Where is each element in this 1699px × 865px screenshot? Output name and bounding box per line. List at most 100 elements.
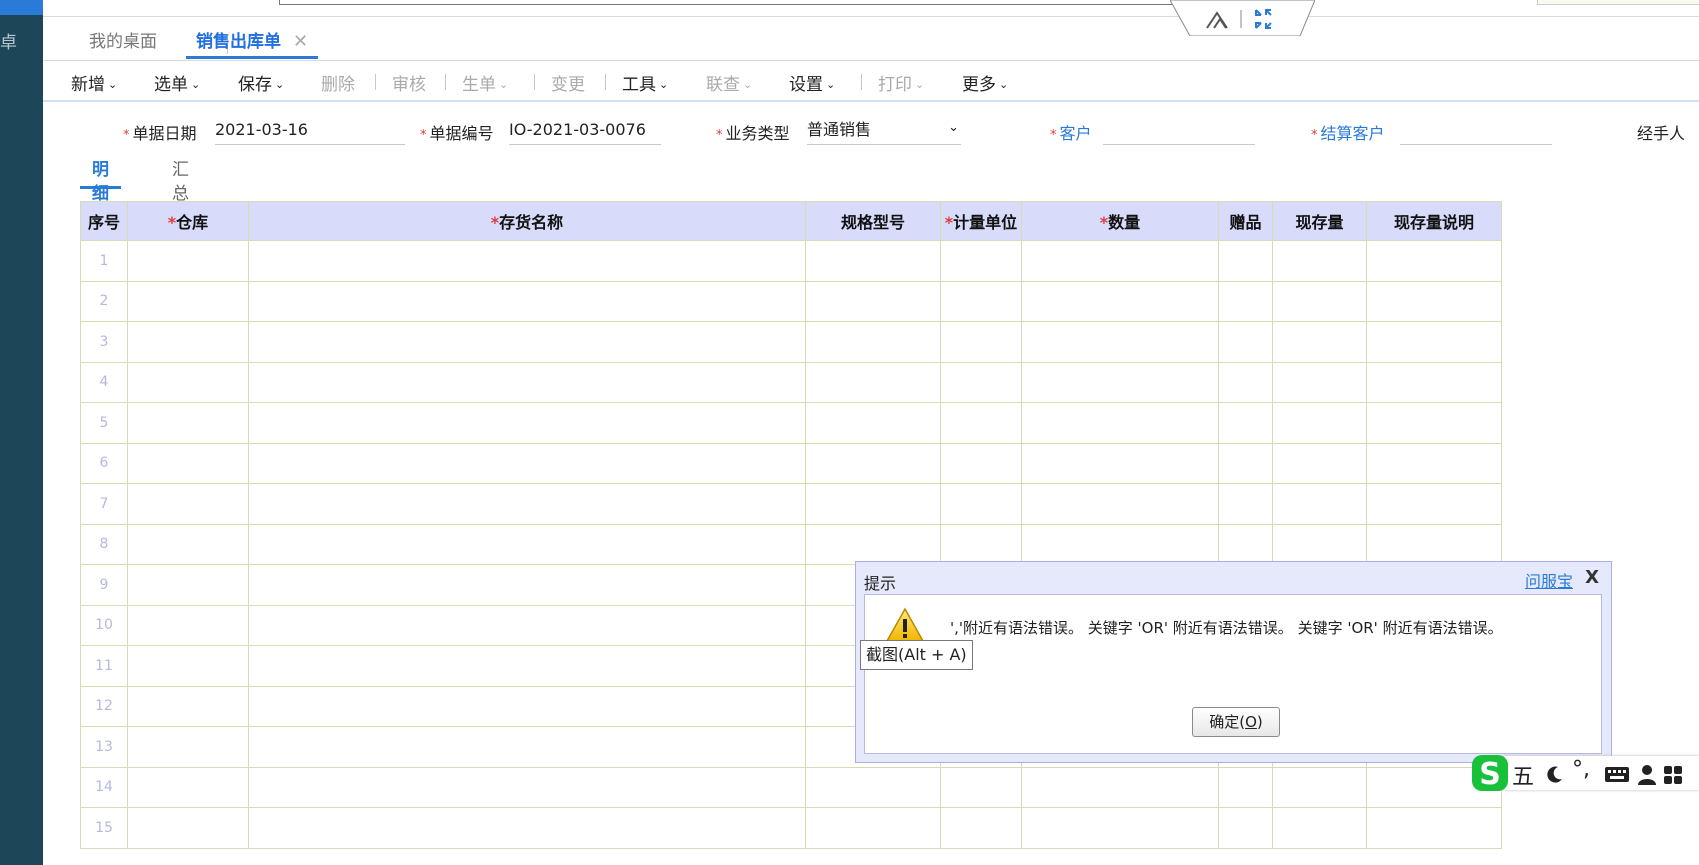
grid-cell[interactable] xyxy=(248,240,806,282)
more-button[interactable]: 更多 ⌄ xyxy=(962,70,1008,95)
grid-cell[interactable] xyxy=(1366,321,1502,363)
grid-cell[interactable] xyxy=(127,645,249,687)
tab-sales-outbound[interactable]: 销售出库单 ✕ xyxy=(186,28,319,59)
customer-field[interactable] xyxy=(1103,120,1255,145)
column-header[interactable]: 赠品 xyxy=(1218,201,1273,241)
table-row[interactable]: 7 xyxy=(80,483,1502,525)
grid-cell[interactable] xyxy=(127,240,249,282)
grid-cell[interactable] xyxy=(127,564,249,606)
grid-cell[interactable] xyxy=(1366,361,1502,403)
ime-toolbar[interactable]: 五 °, S xyxy=(1470,753,1699,793)
save-button[interactable]: 保存 ⌄ xyxy=(238,70,284,95)
grid-cell[interactable] xyxy=(1366,240,1502,282)
grid-cell[interactable] xyxy=(1218,402,1273,444)
grid-cell[interactable] xyxy=(940,483,1022,525)
grid-cell[interactable] xyxy=(805,766,941,808)
grid-cell[interactable] xyxy=(248,685,806,727)
grid-cell[interactable] xyxy=(248,321,806,363)
column-header[interactable]: 现存量说明 xyxy=(1366,201,1502,241)
grid-cell[interactable] xyxy=(1021,766,1219,808)
change-button[interactable]: 变更 xyxy=(551,70,585,95)
ime-mode[interactable]: 五 xyxy=(1512,759,1534,791)
grid-cell[interactable] xyxy=(127,442,249,484)
grid-cell[interactable] xyxy=(1272,321,1367,363)
column-header[interactable]: *仓库 xyxy=(127,201,249,241)
customer-label[interactable]: * 客户 xyxy=(1050,120,1092,144)
grid-cell[interactable] xyxy=(805,402,941,444)
grid-cell[interactable] xyxy=(127,604,249,646)
grid-menu-icon[interactable] xyxy=(1662,764,1684,786)
column-header[interactable]: *计量单位 xyxy=(940,201,1022,241)
grid-cell[interactable] xyxy=(127,361,249,403)
print-button[interactable]: 打印 ⌄ xyxy=(878,70,924,95)
grid-cell[interactable] xyxy=(940,402,1022,444)
help-link[interactable]: 问服宝 xyxy=(1525,568,1573,592)
grid-cell[interactable] xyxy=(127,321,249,363)
grid-cell[interactable] xyxy=(1272,442,1367,484)
grid-cell[interactable] xyxy=(1021,442,1219,484)
grid-cell[interactable] xyxy=(1021,361,1219,403)
grid-cell[interactable] xyxy=(805,523,941,565)
grid-cell[interactable] xyxy=(1272,523,1367,565)
grid-cell[interactable] xyxy=(940,766,1022,808)
tools-button[interactable]: 工具 ⌄ xyxy=(622,70,668,95)
close-icon[interactable]: ✕ xyxy=(293,31,308,52)
grid-cell[interactable] xyxy=(1272,483,1367,525)
grid-cell[interactable] xyxy=(248,726,806,768)
grid-cell[interactable] xyxy=(1021,402,1219,444)
moon-icon[interactable] xyxy=(1544,765,1564,785)
grid-cell[interactable] xyxy=(1218,483,1273,525)
close-icon[interactable]: X xyxy=(1585,567,1599,588)
new-button[interactable]: 新增 ⌄ xyxy=(71,70,117,95)
generate-button[interactable]: 生单 ⌄ xyxy=(462,70,508,95)
grid-cell[interactable] xyxy=(805,240,941,282)
keyboard-icon[interactable] xyxy=(1604,764,1630,784)
tab-desktop[interactable]: 我的桌面 xyxy=(89,28,157,56)
linked-query-button[interactable]: 联查 ⌄ xyxy=(706,70,752,95)
biztype-select[interactable]: 普通销售 ⌄ xyxy=(807,120,961,145)
grid-cell[interactable] xyxy=(127,685,249,727)
grid-cell[interactable] xyxy=(1272,240,1367,282)
table-row[interactable]: 15 xyxy=(80,807,1502,849)
audit-button[interactable]: 审核 xyxy=(392,70,426,95)
grid-cell[interactable] xyxy=(248,280,806,322)
grid-cell[interactable] xyxy=(127,402,249,444)
grid-cell[interactable] xyxy=(1218,807,1273,849)
grid-cell[interactable] xyxy=(248,564,806,606)
grid-cell[interactable] xyxy=(127,726,249,768)
grid-cell[interactable] xyxy=(1366,483,1502,525)
grid-cell[interactable] xyxy=(248,604,806,646)
grid-cell[interactable] xyxy=(1021,807,1219,849)
grid-cell[interactable] xyxy=(1218,766,1273,808)
column-header[interactable]: 序号 xyxy=(80,201,128,241)
subtab-summary[interactable]: 汇总 xyxy=(172,158,189,204)
grid-cell[interactable] xyxy=(805,807,941,849)
grid-cell[interactable] xyxy=(1021,280,1219,322)
grid-cell[interactable] xyxy=(1366,807,1502,849)
grid-cell[interactable] xyxy=(1366,402,1502,444)
settings-button[interactable]: 设置 ⌄ xyxy=(789,70,835,95)
settle-customer-field[interactable] xyxy=(1400,120,1552,145)
grid-cell[interactable] xyxy=(1218,280,1273,322)
grid-cell[interactable] xyxy=(1366,523,1502,565)
grid-cell[interactable] xyxy=(248,402,806,444)
table-row[interactable]: 3 xyxy=(80,321,1502,363)
grid-cell[interactable] xyxy=(1218,523,1273,565)
sogou-ime-logo-icon[interactable]: S xyxy=(1470,753,1510,793)
select-button[interactable]: 选单 ⌄ xyxy=(154,70,200,95)
column-header[interactable]: 现存量 xyxy=(1272,201,1367,241)
grid-cell[interactable] xyxy=(248,645,806,687)
grid-cell[interactable] xyxy=(1218,442,1273,484)
grid-cell[interactable] xyxy=(1272,766,1367,808)
table-row[interactable]: 5 xyxy=(80,402,1502,444)
column-header[interactable]: *数量 xyxy=(1021,201,1219,241)
grid-cell[interactable] xyxy=(1272,402,1367,444)
ime-punct[interactable]: °, xyxy=(1572,757,1590,782)
subtab-detail[interactable]: 明细 xyxy=(80,158,121,204)
grid-cell[interactable] xyxy=(127,807,249,849)
grid-cell[interactable] xyxy=(1218,361,1273,403)
sidebar-glyph[interactable]: 卓 xyxy=(0,28,17,53)
grid-cell[interactable] xyxy=(127,523,249,565)
grid-cell[interactable] xyxy=(805,361,941,403)
grid-cell[interactable] xyxy=(805,280,941,322)
